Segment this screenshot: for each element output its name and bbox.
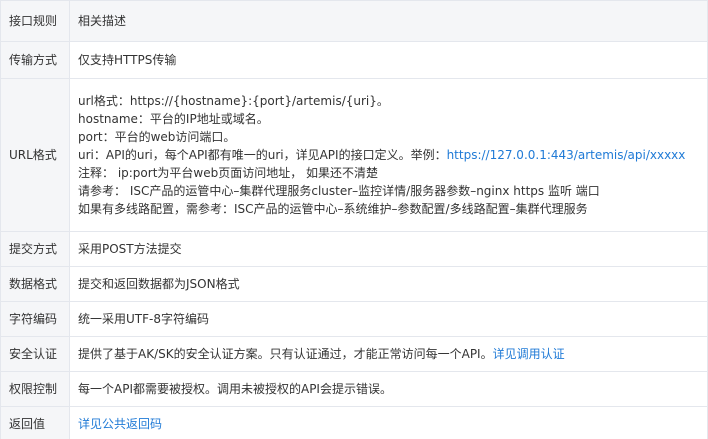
header-description-cell: 相关描述 <box>69 0 708 42</box>
header-rule-cell: 接口规则 <box>0 0 70 42</box>
note-line: 注释： ip:port为平台web页面访问地址， 如果还不清楚 <box>78 166 379 180</box>
table-row-security-auth: 安全认证 提供了基于AK/SK的安全认证方案。只有认证通过，才能正常访问每一个A… <box>0 336 708 372</box>
table-row-url-format: URL格式 url格式：https://{hostname}:{port}/ar… <box>0 78 708 232</box>
row-description: 提交和返回数据都为JSON格式 <box>69 266 708 302</box>
row-description: url格式：https://{hostname}:{port}/artemis/… <box>69 78 708 232</box>
url-format-line: url格式：https://{hostname}:{port}/artemis/… <box>78 94 389 108</box>
auth-details-link[interactable]: 详见调用认证 <box>493 347 565 361</box>
uri-line-text: uri：API的uri，每个API都有唯一的uri，详见API的接口定义。举例： <box>78 148 447 162</box>
table-header-row: 接口规则 相关描述 <box>0 0 708 42</box>
row-description: 提供了基于AK/SK的安全认证方案。只有认证通过，才能正常访问每一个API。详见… <box>69 336 708 372</box>
row-description: 每一个API都需要被授权。调用未被授权的API会提示错误。 <box>69 371 708 407</box>
table-row-data-format: 数据格式 提交和返回数据都为JSON格式 <box>0 266 708 302</box>
return-codes-link[interactable]: 详见公共返回码 <box>78 417 162 431</box>
row-description: 详见公共返回码 <box>69 406 708 439</box>
row-label: 安全认证 <box>0 336 70 372</box>
row-label: 返回值 <box>0 406 70 439</box>
row-description: 仅支持HTTPS传输 <box>69 41 708 79</box>
table-row-submit-method: 提交方式 采用POST方法提交 <box>0 231 708 267</box>
interface-rules-table: 接口规则 相关描述 传输方式 仅支持HTTPS传输 URL格式 url格式：ht… <box>0 0 708 439</box>
row-description: 采用POST方法提交 <box>69 231 708 267</box>
row-label: 提交方式 <box>0 231 70 267</box>
port-line: port：平台的web访问端口。 <box>78 130 236 144</box>
example-url-link[interactable]: https://127.0.0.1:443/artemis/api/xxxxx <box>447 148 686 162</box>
auth-description-text: 提供了基于AK/SK的安全认证方案。只有认证通过，才能正常访问每一个API。 <box>78 347 493 361</box>
table-row-permission: 权限控制 每一个API都需要被授权。调用未被授权的API会提示错误。 <box>0 371 708 407</box>
row-label: 字符编码 <box>0 301 70 337</box>
row-description: 统一采用UTF-8字符编码 <box>69 301 708 337</box>
uri-line: uri：API的uri，每个API都有唯一的uri，详见API的接口定义。举例：… <box>78 146 699 164</box>
row-label: 传输方式 <box>0 41 70 79</box>
row-label: 权限控制 <box>0 371 70 407</box>
row-label: 数据格式 <box>0 266 70 302</box>
multiline-config-line: 如果有多线路配置，需参考：ISC产品的运管中心–系统维护–参数配置/多线路配置–… <box>78 202 588 216</box>
reference-line: 请参考： ISC产品的运管中心–集群代理服务cluster–监控详情/服务器参数… <box>78 184 600 198</box>
table-row-transport: 传输方式 仅支持HTTPS传输 <box>0 41 708 79</box>
table-row-encoding: 字符编码 统一采用UTF-8字符编码 <box>0 301 708 337</box>
row-label: URL格式 <box>0 78 70 232</box>
hostname-line: hostname：平台的IP地址或域名。 <box>78 112 269 126</box>
table-row-return-value: 返回值 详见公共返回码 <box>0 406 708 439</box>
